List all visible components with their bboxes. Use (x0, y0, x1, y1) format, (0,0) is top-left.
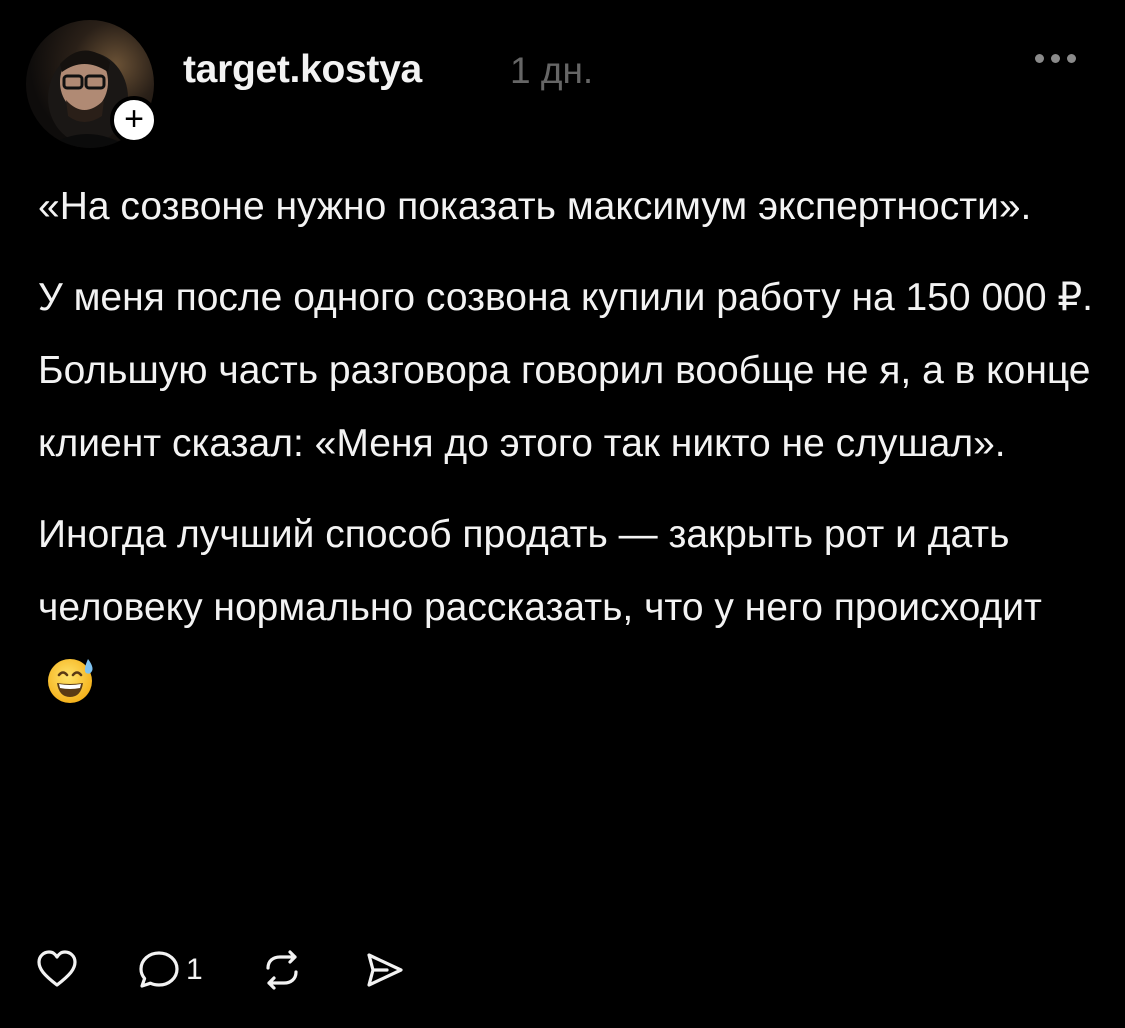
more-dot-icon (1067, 53, 1076, 63)
follow-button[interactable]: + (110, 96, 158, 144)
post-timestamp: 1 дн. (510, 50, 594, 91)
more-dot-icon (1035, 53, 1044, 63)
username[interactable]: target.kostya (183, 48, 422, 92)
post-paragraph: «На созвоне нужно показать максимум эксп… (38, 185, 1032, 228)
reply-count: 1 (186, 953, 203, 986)
sweat-smile-emoji (48, 659, 93, 703)
send-icon (367, 953, 403, 987)
reply-button[interactable]: 1 (136, 947, 203, 993)
post-paragraph-text: Иногда лучший способ продать — закрыть р… (38, 513, 1042, 629)
like-button[interactable] (34, 947, 80, 993)
plus-icon: + (124, 99, 144, 138)
comment-icon (139, 951, 179, 988)
repost-button[interactable] (259, 947, 305, 993)
heart-icon (37, 950, 77, 987)
post-actions: 1 (34, 940, 463, 1000)
post-paragraph: Иногда лучший способ продать — закрыть р… (38, 498, 1098, 717)
repost-icon (266, 950, 298, 990)
post-body: «На созвоне нужно показать максимум эксп… (38, 170, 1098, 717)
share-button[interactable] (361, 947, 407, 993)
post-paragraph: У меня после одного созвона купили работ… (38, 276, 1093, 319)
post-paragraph: Большую часть разговора говорил вообще н… (38, 349, 1091, 465)
more-options-button[interactable] (1035, 48, 1085, 68)
more-dot-icon (1051, 53, 1060, 63)
